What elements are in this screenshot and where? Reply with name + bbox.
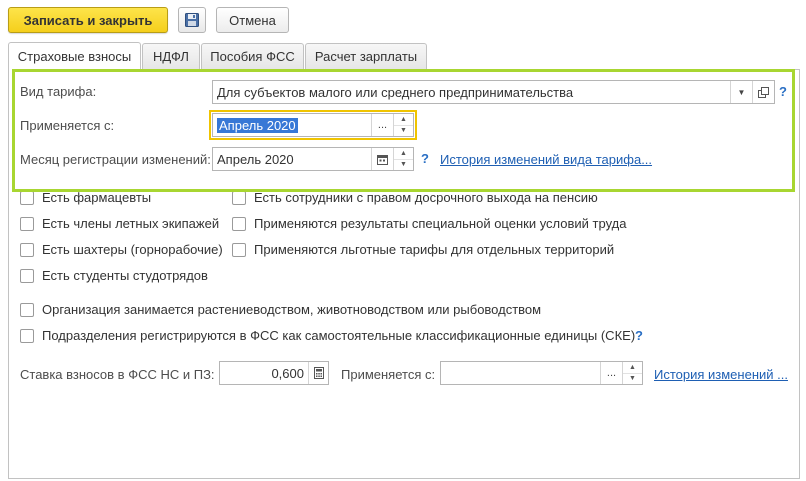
spin-down-icon[interactable]: ▼ (623, 372, 642, 385)
spin-up-icon[interactable]: ▲ (623, 362, 642, 373)
checkbox-label: Есть студенты студотрядов (42, 268, 208, 283)
checkbox-label: Применяются результаты специальной оценк… (254, 216, 627, 231)
checkbox-student-brigades[interactable]: Есть студенты студотрядов (20, 268, 208, 283)
tab-label: Пособия ФСС (210, 49, 295, 64)
floppy-disk-icon (185, 13, 199, 27)
checkbox-label: Есть сотрудники с правом досрочного выхо… (254, 190, 598, 205)
tariff-type-select[interactable]: Для субъектов малого или среднего предпр… (212, 80, 775, 104)
checkbox-pharmacists[interactable]: Есть фармацевты (20, 190, 151, 205)
checkbox-label: Есть члены летных экипажей (42, 216, 220, 231)
tariff-history-link[interactable]: История изменений вида тарифа... (440, 152, 652, 167)
fss-history-link[interactable]: История изменений ... (654, 367, 788, 382)
cancel-label: Отмена (229, 12, 276, 28)
applies-from-value: Апрель 2020 (217, 117, 298, 133)
fss-rate-label: Ставка взносов в ФСС НС и ПЗ: (20, 367, 215, 382)
tab-ndfl[interactable]: НДФЛ (142, 43, 200, 69)
calendar-icon[interactable] (371, 148, 393, 170)
checkbox-box[interactable] (20, 242, 34, 257)
checkbox-special-assessment[interactable]: Применяются результаты специальной оценк… (232, 216, 626, 231)
fss-rate-field[interactable]: 0,600 (219, 361, 329, 385)
registration-month-label: Месяц регистрации изменений: (20, 152, 211, 167)
spin-buttons[interactable]: ▲ ▼ (393, 148, 413, 170)
checkbox-box[interactable] (232, 242, 246, 257)
open-icon[interactable] (752, 81, 774, 103)
tab-label: Страховые взносы (17, 49, 132, 64)
checkbox-flight-crew[interactable]: Есть члены летных экипажей (20, 216, 219, 231)
applies-from-label: Применяется с: (20, 118, 115, 133)
spin-buttons[interactable]: ▲ ▼ (622, 362, 642, 384)
checkbox-cke[interactable]: Подразделения регистрируются в ФСС как с… (20, 328, 635, 343)
dropdown-arrow-icon[interactable]: ▼ (730, 81, 752, 103)
tab-insurance-contributions[interactable]: Страховые взносы (8, 42, 141, 70)
tab-payroll[interactable]: Расчет зарплаты (305, 43, 427, 69)
applies-from-field[interactable]: Апрель 2020 ... ▲ ▼ (209, 110, 417, 140)
tab-fss-benefits[interactable]: Пособия ФСС (201, 43, 304, 69)
checkbox-box[interactable] (20, 302, 34, 317)
registration-month-value: Апрель 2020 (217, 151, 294, 167)
tab-label: НДФЛ (153, 49, 189, 64)
spin-down-icon[interactable]: ▼ (394, 158, 413, 171)
checkbox-box[interactable] (232, 190, 246, 205)
checkbox-label: Применяются льготные тарифы для отдельны… (254, 242, 615, 257)
cke-help-icon[interactable]: ? (635, 328, 643, 343)
tariff-type-label: Вид тарифа: (20, 84, 97, 99)
cancel-button[interactable]: Отмена (216, 7, 289, 33)
spin-up-icon[interactable]: ▲ (394, 114, 413, 125)
save-and-close-button[interactable]: Записать и закрыть (8, 7, 168, 33)
checkbox-label: Есть фармацевты (42, 190, 152, 205)
checkbox-box[interactable] (20, 328, 34, 343)
save-and-close-label: Записать и закрыть (23, 12, 153, 28)
fss-rate-value: 0,600 (271, 365, 304, 381)
checkbox-box[interactable] (232, 216, 246, 231)
checkbox-box[interactable] (20, 190, 34, 205)
checkbox-early-retirement[interactable]: Есть сотрудники с правом досрочного выхо… (232, 190, 598, 205)
checkbox-box[interactable] (20, 268, 34, 283)
checkbox-label: Подразделения регистрируются в ФСС как с… (42, 328, 636, 343)
fss-applies-field[interactable]: ... ▲ ▼ (440, 361, 643, 385)
checkbox-label: Организация занимается растениеводством,… (42, 302, 542, 317)
checkbox-agriculture[interactable]: Организация занимается растениеводством,… (20, 302, 541, 317)
select-period-button[interactable]: ... (600, 362, 622, 384)
checkbox-box[interactable] (20, 216, 34, 231)
tariff-type-value: Для субъектов малого или среднего предпр… (217, 84, 574, 100)
save-button[interactable] (178, 7, 206, 33)
spin-buttons[interactable]: ▲ ▼ (393, 114, 413, 136)
calculator-icon[interactable] (308, 362, 328, 384)
spin-down-icon[interactable]: ▼ (394, 124, 413, 137)
registration-month-field[interactable]: Апрель 2020 ▲ ▼ (212, 147, 414, 171)
select-period-button[interactable]: ... (371, 114, 393, 136)
checkbox-label: Есть шахтеры (горнорабочие) (42, 242, 223, 257)
spin-up-icon[interactable]: ▲ (394, 148, 413, 159)
checkbox-territory-tariffs[interactable]: Применяются льготные тарифы для отдельны… (232, 242, 614, 257)
registration-help-icon[interactable]: ? (421, 151, 429, 166)
tab-label: Расчет зарплаты (314, 49, 418, 64)
fss-applies-label: Применяется с: (341, 367, 436, 382)
tariff-type-help-icon[interactable]: ? (779, 84, 787, 99)
checkbox-miners[interactable]: Есть шахтеры (горнорабочие) (20, 242, 223, 257)
